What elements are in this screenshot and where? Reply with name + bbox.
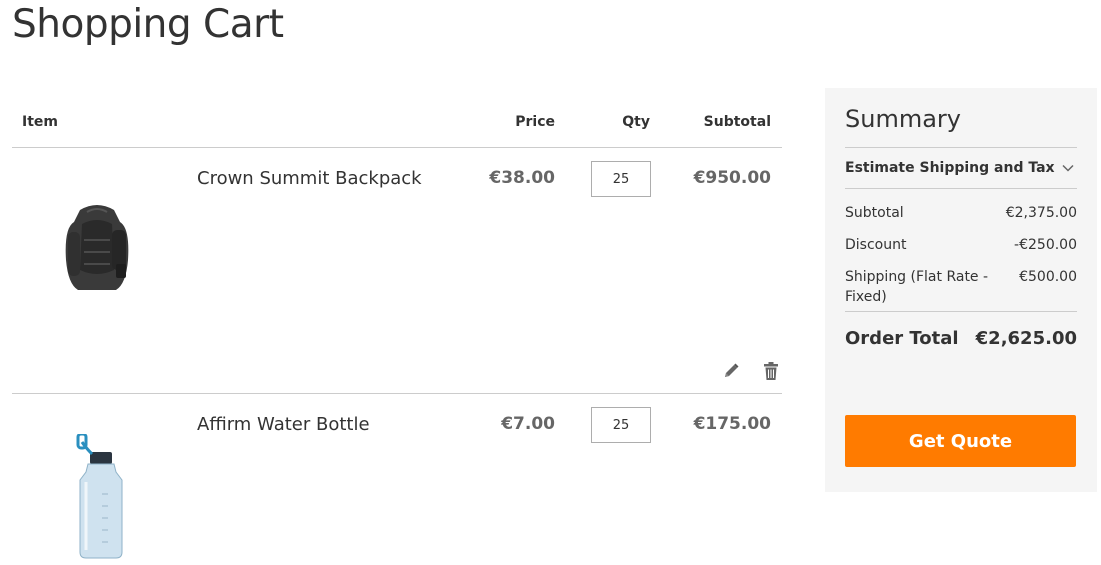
order-total: Order Total €2,625.00 [845, 311, 1077, 367]
column-header-qty: Qty [622, 114, 650, 130]
totals-label: Shipping (Flat Rate - Fixed) [845, 269, 989, 305]
chevron-down-icon [1061, 160, 1075, 174]
order-total-value: €2,625.00 [975, 328, 1077, 349]
cart-table: Item Price Qty Subtotal Crown Summit Bac… [12, 100, 782, 565]
water-bottle-image[interactable] [42, 432, 152, 560]
totals-value: €500.00 [1019, 269, 1077, 285]
product-name[interactable]: Affirm Water Bottle [197, 414, 370, 435]
totals-shipping: Shipping (Flat Rate - Fixed) €500.00 [845, 267, 1077, 311]
product-subtotal: €175.00 [693, 414, 771, 434]
get-quote-button[interactable]: Get Quote [845, 415, 1076, 467]
column-header-item: Item [22, 114, 58, 130]
summary-title: Summary [845, 105, 961, 133]
column-header-subtotal: Subtotal [703, 114, 771, 130]
backpack-image[interactable] [42, 200, 152, 300]
estimate-shipping-toggle[interactable]: Estimate Shipping and Tax [845, 147, 1077, 189]
qty-input[interactable] [591, 407, 651, 443]
product-price: €7.00 [501, 414, 555, 434]
totals-label: Discount [845, 237, 907, 253]
cart-table-header: Item Price Qty Subtotal [12, 100, 782, 148]
order-summary: Summary Estimate Shipping and Tax Subtot… [825, 88, 1097, 492]
product-price: €38.00 [489, 168, 555, 188]
qty-input[interactable] [591, 161, 651, 197]
totals-value: €2,375.00 [1005, 205, 1077, 221]
product-subtotal: €950.00 [693, 168, 771, 188]
product-name[interactable]: Crown Summit Backpack [197, 168, 422, 189]
cart-item-row: Crown Summit Backpack €38.00 €950.00 [12, 148, 782, 394]
totals-list: Subtotal €2,375.00 Discount -€250.00 Shi… [845, 203, 1077, 311]
column-header-price: Price [515, 114, 555, 130]
cart-item-row: Affirm Water Bottle €7.00 €175.00 [12, 394, 782, 565]
order-total-label: Order Total [845, 328, 959, 349]
totals-value: -€250.00 [1014, 237, 1077, 253]
totals-label: Subtotal [845, 205, 904, 221]
trash-icon[interactable] [760, 360, 782, 382]
page-title: Shopping Cart [12, 2, 284, 47]
totals-subtotal: Subtotal €2,375.00 [845, 203, 1077, 235]
pencil-icon[interactable] [720, 360, 742, 382]
totals-discount: Discount -€250.00 [845, 235, 1077, 267]
estimate-shipping-label: Estimate Shipping and Tax [845, 160, 1055, 176]
